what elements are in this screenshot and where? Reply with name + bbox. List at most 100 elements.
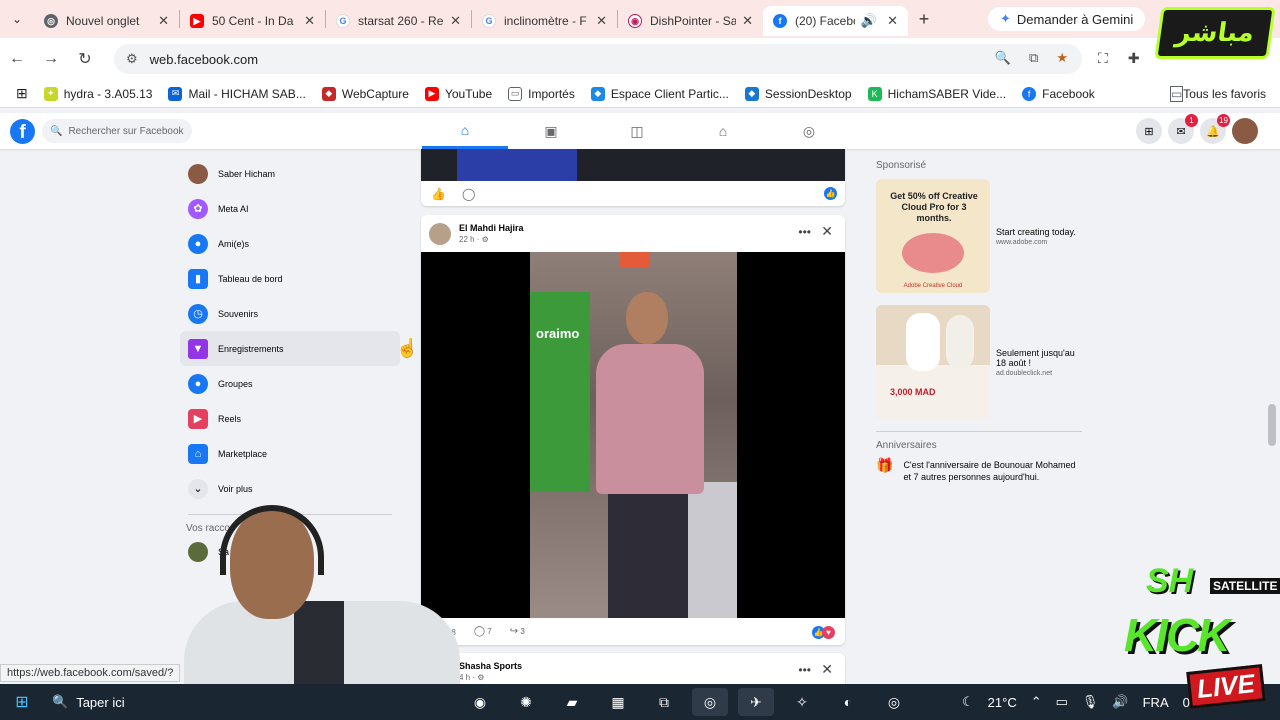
tab-facebook[interactable]: f (20) Faceboo 🔊 ✕ xyxy=(763,6,908,36)
sidebar-item-friends[interactable]: ● Ami(e)s xyxy=(180,226,400,261)
bookmark-espace-client[interactable]: ◆ Espace Client Partic... xyxy=(590,86,729,101)
satellite-icon[interactable]: ✺ xyxy=(508,688,544,716)
watch-icon[interactable]: ◫ xyxy=(594,113,680,149)
gemini-button[interactable]: ✦ Demander à Gemini xyxy=(988,7,1146,31)
bookmark-hydra[interactable]: ✦ hydra - 3.A05.13 xyxy=(43,86,152,101)
post-timestamp[interactable]: 22 h · ⚙ xyxy=(459,235,524,244)
comment-icon[interactable]: ◯ xyxy=(462,187,475,201)
video-thumbnail[interactable] xyxy=(421,149,845,181)
sidebar-item-memories[interactable]: ◷ Souvenirs xyxy=(180,296,400,331)
comment-count[interactable]: ◯ 7 xyxy=(474,626,492,637)
author-avatar[interactable] xyxy=(429,222,451,245)
marketplace-icon[interactable]: ⌂ xyxy=(680,113,766,149)
close-icon[interactable]: ✕ xyxy=(887,13,898,29)
windows-start-icon[interactable]: ⊞ xyxy=(0,692,44,712)
extensions-puzzle-icon[interactable]: ✚ xyxy=(1128,50,1140,67)
close-icon[interactable]: ✕ xyxy=(821,223,833,240)
sidebar-item-marketplace[interactable]: ⌂ Marketplace xyxy=(180,436,400,471)
post-author[interactable]: El Mahdi Hajira xyxy=(459,223,524,233)
bell-icon[interactable]: 🔔 19 xyxy=(1200,114,1230,144)
like-icon[interactable]: 👍 xyxy=(431,187,446,201)
close-icon[interactable]: ✕ xyxy=(742,13,753,29)
chevron-up-icon[interactable]: ⌃ xyxy=(1031,694,1042,710)
groups-icon[interactable]: ◎ xyxy=(766,113,852,149)
taskbar-search[interactable]: 🔍 Taper ici xyxy=(44,684,174,720)
weather-temp[interactable]: 21°C xyxy=(988,695,1017,710)
sidebar-item-see-more[interactable]: ⌄ Voir plus xyxy=(180,471,400,506)
close-icon[interactable]: ✕ xyxy=(596,13,607,29)
tab-dishpointer[interactable]: ◉ DishPointer - Sa ✕ xyxy=(618,6,763,36)
all-bookmarks-button[interactable]: ▭ Tous les favoris xyxy=(1169,85,1266,102)
share-count[interactable]: ↪ 3 xyxy=(510,626,525,637)
sidebar-item-groups[interactable]: ● Groupes xyxy=(180,366,400,401)
more-options-icon[interactable]: ••• xyxy=(798,663,811,677)
telegram-icon[interactable]: ✈ xyxy=(738,688,774,716)
close-icon[interactable]: ✕ xyxy=(450,13,461,29)
extension-icon[interactable]: ⛶ xyxy=(1098,50,1108,67)
extension-icons: ⛶ ✚ xyxy=(1098,50,1140,67)
more-options-icon[interactable]: ••• xyxy=(798,225,811,239)
chrome-icon[interactable]: ◎ xyxy=(692,688,728,716)
post-author[interactable]: Shasha Sports xyxy=(459,661,522,671)
microphone-icon[interactable]: 🎙 xyxy=(1082,694,1099,710)
zoom-icon[interactable]: 🔍 xyxy=(995,50,1011,66)
reaction-icons[interactable]: 👍 ♥ xyxy=(812,626,835,639)
file-manager-icon[interactable]: ▰ xyxy=(554,688,590,716)
bookmark-star-icon[interactable]: ★ xyxy=(1056,50,1068,66)
sidebar-item-dashboard[interactable]: ▮ Tableau de bord xyxy=(180,261,400,296)
new-tab-button[interactable]: + xyxy=(908,9,940,30)
birthday-notice[interactable]: 🎁 C'est l'anniversaire de Bounouar Moham… xyxy=(876,458,1082,483)
close-icon[interactable]: ✕ xyxy=(304,13,315,29)
site-info-icon[interactable]: ⚙ xyxy=(126,51,138,67)
messenger-icon[interactable]: ✉ 1 xyxy=(1168,114,1198,144)
tab-search-button[interactable]: ⌄ xyxy=(0,0,34,38)
facebook-search-input[interactable]: 🔍 Rechercher sur Facebook xyxy=(42,119,192,143)
video-icon[interactable]: ▣ xyxy=(508,113,594,149)
menu-grid-icon[interactable]: ⊞ xyxy=(1136,118,1162,144)
apps-grid-icon[interactable]: ⊞ xyxy=(16,85,28,102)
tab-youtube[interactable]: ▶ 50 Cent - In Da ✕ xyxy=(180,6,325,36)
tab-inclinometre[interactable]: G inclinomètre - F ✕ xyxy=(472,6,617,36)
bookmark-hichamsaber[interactable]: K HichamSABER Vide... xyxy=(867,86,1006,101)
recorder-icon[interactable]: ◉ xyxy=(462,688,498,716)
reload-icon[interactable]: ↻ xyxy=(68,49,102,69)
facebook-icon: f xyxy=(1022,86,1037,101)
sidebar-item-meta-ai[interactable]: ✿ Meta AI xyxy=(180,191,400,226)
ad-image[interactable]: 3,000 MAD xyxy=(876,305,990,419)
speaker-icon[interactable]: 🔊 xyxy=(861,13,877,29)
ad-adobe[interactable]: Get 50% off Creative Cloud Pro for 3 mon… xyxy=(876,179,1082,293)
close-icon[interactable]: ✕ xyxy=(821,661,833,678)
bookmark-label: Facebook xyxy=(1042,86,1095,101)
forward-arrow-icon[interactable]: → xyxy=(34,50,68,68)
sidebar-item-profile[interactable]: Saber Hicham xyxy=(180,156,400,191)
bookmark-mail[interactable]: ✉ Mail - HICHAM SAB... xyxy=(168,86,306,101)
chrome-icon[interactable]: ◎ xyxy=(876,688,912,716)
bookmark-importes[interactable]: ▭ Importés xyxy=(508,86,575,101)
back-arrow-icon[interactable]: ← xyxy=(0,50,34,68)
ad-hotel[interactable]: 3,000 MAD Seulement jusqu'au 18 août ! a… xyxy=(876,305,1082,419)
bookmark-facebook[interactable]: f Facebook xyxy=(1022,86,1095,101)
discord-icon[interactable]: ◐ xyxy=(830,688,866,716)
bookmark-sessiondesktop[interactable]: ◆ SessionDesktop xyxy=(744,86,852,101)
avatar[interactable] xyxy=(1232,118,1258,144)
install-app-icon[interactable]: ⧉ xyxy=(1029,50,1038,66)
page-scrollbar[interactable] xyxy=(1268,404,1276,446)
address-bar[interactable]: ⚙ web.facebook.com 🔍 ⧉ ★ xyxy=(114,44,1082,74)
facebook-logo-icon[interactable]: f xyxy=(10,119,35,144)
satellite-dish-icon[interactable]: ✧ xyxy=(784,688,820,716)
post-video[interactable]: oraimo xyxy=(421,252,845,618)
calculator-icon[interactable]: ▦ xyxy=(600,688,636,716)
home-icon[interactable]: ⌂ xyxy=(422,113,508,149)
sidebar-item-saved[interactable]: ▼ Enregistrements xyxy=(180,331,400,366)
network-icon[interactable]: ▭ xyxy=(1056,694,1068,710)
ad-image[interactable]: Get 50% off Creative Cloud Pro for 3 mon… xyxy=(876,179,990,293)
moon-weather-icon[interactable]: ☾ xyxy=(962,694,974,710)
bookmark-webcapture[interactable]: ◆ WebCapture xyxy=(321,86,409,101)
tab-starsat[interactable]: G starsat 260 - Re ✕ xyxy=(326,6,471,36)
network-icon[interactable]: ⧉ xyxy=(646,688,682,716)
close-icon[interactable]: ✕ xyxy=(158,13,169,29)
sidebar-item-reels[interactable]: ▶ Reels xyxy=(180,401,400,436)
post-timestamp[interactable]: 4 h · ⚙ xyxy=(459,673,522,682)
tab-nouvel-onglet[interactable]: ◎ Nouvel onglet ✕ xyxy=(34,6,179,36)
bookmark-youtube[interactable]: ▶ YouTube xyxy=(424,86,492,101)
